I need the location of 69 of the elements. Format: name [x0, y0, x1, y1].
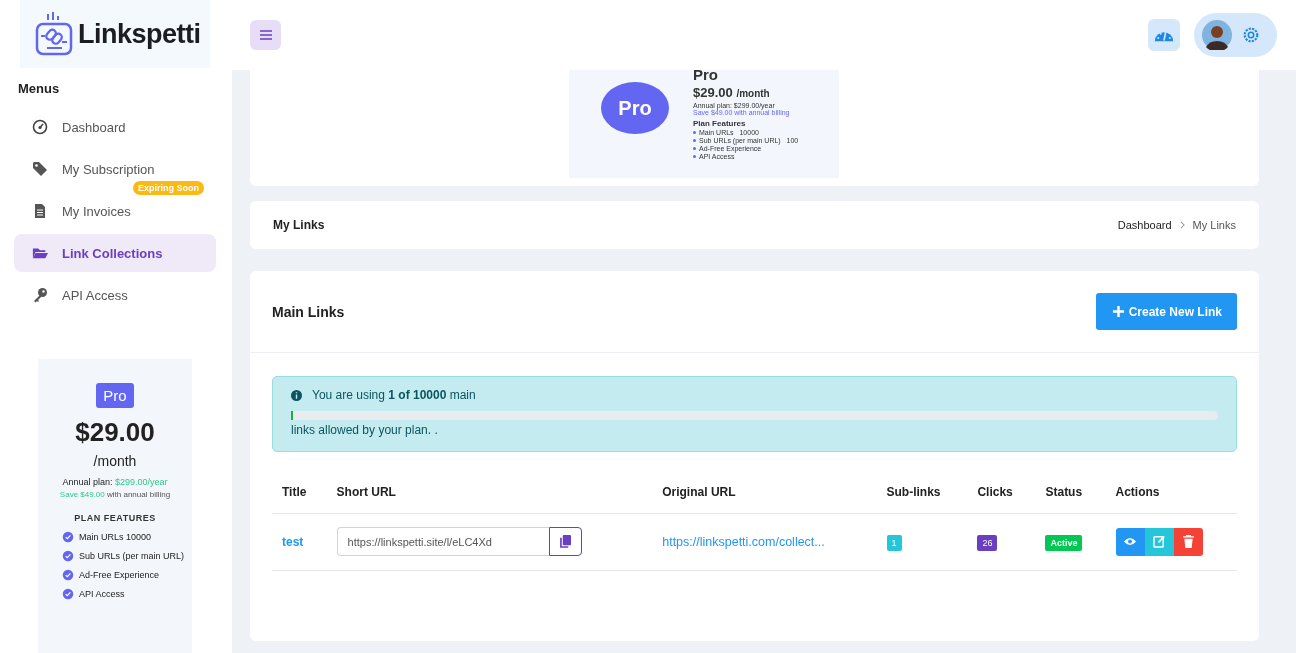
feature-text: API Access — [79, 589, 125, 599]
clicks-count: 26 — [977, 534, 998, 551]
brand-name: Linkspetti — [78, 18, 201, 50]
card-title: Main Links — [272, 303, 345, 320]
features-heading: PLAN FEATURES — [74, 513, 156, 523]
check-icon — [62, 569, 74, 581]
status-badge: Active — [1045, 534, 1083, 551]
plan-price: $29.00 /month — [693, 85, 771, 100]
short-url-field[interactable]: https://linkspetti.site/l/eLC4Xd — [336, 527, 549, 556]
copy-icon — [559, 535, 571, 548]
document-icon — [32, 203, 48, 219]
plan-circle: Pro — [601, 82, 669, 134]
sub-links-count: 1 — [886, 534, 902, 551]
gauge-icon — [32, 119, 48, 135]
eye-icon — [1123, 537, 1137, 546]
breadcrumb-link[interactable]: Dashboard — [1117, 219, 1172, 231]
avatar-icon — [1202, 20, 1232, 50]
settings-icon — [1242, 26, 1260, 44]
plan-title: Pro — [693, 70, 719, 82]
check-icon — [62, 531, 74, 543]
feature-text: Sub URLs (per main URL) — [79, 551, 185, 561]
annual-plan-text: Annual plan: $299.00/year — [62, 477, 168, 487]
price-period: /month — [93, 453, 137, 469]
page-title: My Links — [273, 218, 326, 232]
view-button[interactable] — [1115, 527, 1145, 556]
menu-button[interactable] — [250, 20, 281, 50]
feature-text: Ad-Free Experience — [79, 570, 160, 580]
settings-button[interactable] — [1242, 26, 1260, 44]
chain-link-logo-icon — [34, 12, 74, 56]
breadcrumb-current: My Links — [1192, 219, 1236, 231]
bullet-icon — [693, 131, 696, 134]
plus-icon — [1111, 305, 1125, 318]
column-header: Short URL — [326, 485, 653, 514]
sidebar-item[interactable]: Link Collections — [14, 234, 216, 272]
column-header: Original URL — [652, 485, 877, 514]
plan-badge: Pro — [96, 383, 134, 408]
user-menu[interactable] — [1194, 13, 1277, 57]
bullet-icon — [693, 147, 696, 150]
check-icon — [62, 588, 74, 600]
key-icon — [32, 287, 48, 303]
savings-text: Save $49.00 with annual billing — [59, 490, 171, 499]
copy-button[interactable] — [548, 527, 582, 556]
edit-icon — [1152, 535, 1166, 548]
bullet-icon — [693, 139, 696, 142]
sidebar-item[interactable]: My Invoices — [14, 192, 216, 230]
menu-heading: Menus — [18, 81, 61, 96]
column-header: Status — [1035, 485, 1106, 514]
dashboard-button[interactable] — [1148, 19, 1180, 51]
tag-icon — [32, 161, 48, 177]
trash-icon — [1182, 535, 1194, 548]
sidebar-item[interactable]: Dashboard — [14, 108, 216, 146]
features-heading: Plan Features — [693, 119, 747, 128]
usage-text: You are using 1 of 10000 main — [312, 388, 476, 402]
plan-price: $29.00 — [75, 417, 155, 448]
sidebar-item[interactable]: API Access — [14, 276, 216, 314]
delete-button[interactable] — [1173, 527, 1203, 556]
column-header: Sub-links — [876, 485, 968, 514]
info-icon — [291, 389, 302, 401]
column-header: Clicks — [967, 485, 1036, 514]
menu-icon — [258, 29, 273, 41]
column-header: Title — [272, 485, 327, 514]
expiring-badge: Expiring Soon — [133, 181, 204, 195]
feature-text: Main URLs 10000 — [79, 532, 152, 542]
check-icon — [62, 550, 74, 562]
chevron-right-icon — [1179, 221, 1185, 229]
edit-button[interactable] — [1144, 527, 1174, 556]
column-header: Actions — [1105, 485, 1237, 514]
bullet-icon — [693, 155, 696, 158]
usage-text: links allowed by your plan. . — [291, 423, 439, 437]
